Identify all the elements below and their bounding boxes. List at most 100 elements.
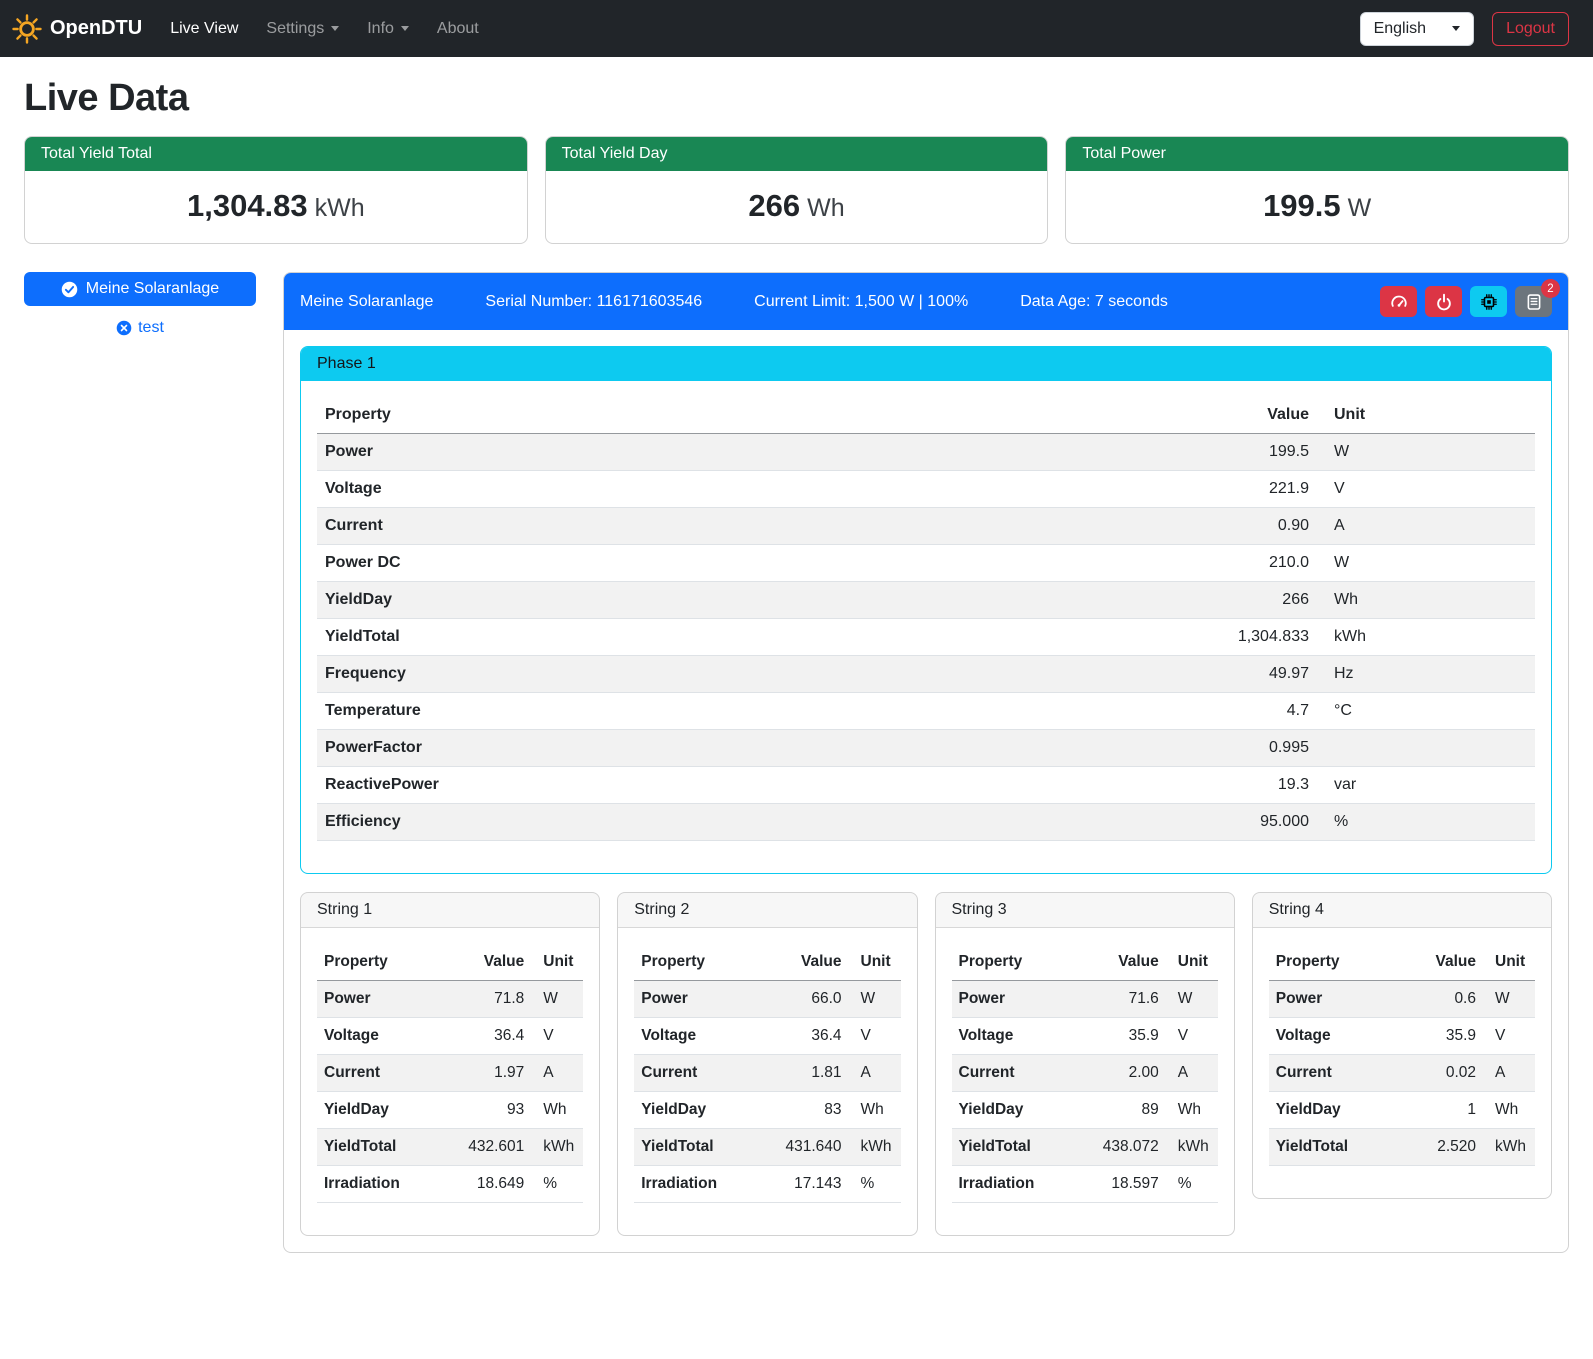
table-header-row: Property Value Unit <box>634 944 900 981</box>
device-info-button[interactable] <box>1470 286 1507 317</box>
string-table-head: Property Value Unit <box>1269 944 1535 981</box>
unit-cell: kWh <box>531 1129 583 1166</box>
power-icon <box>1435 293 1453 311</box>
brand[interactable]: OpenDTU <box>12 14 142 44</box>
table-row: Irradiation18.597% <box>952 1166 1218 1203</box>
value-cell: 199.5 <box>915 434 1317 471</box>
nav-live-view-label: Live View <box>170 20 238 38</box>
table-row: Voltage36.4V <box>634 1018 900 1055</box>
unit-cell: V <box>531 1018 583 1055</box>
value-cell: 93 <box>437 1092 531 1129</box>
nav-info[interactable]: Info <box>353 12 423 46</box>
logout-button[interactable]: Logout <box>1492 12 1569 46</box>
table-row: Voltage36.4V <box>317 1018 583 1055</box>
value-cell: 83 <box>755 1092 849 1129</box>
strings-grid: String 1 Property Value Unit <box>300 892 1552 1236</box>
unit-cell: V <box>849 1018 901 1055</box>
table-row: Temperature4.7°C <box>317 693 1535 730</box>
inverter-panel-body: Phase 1 Property Value Unit Power199.5WV… <box>284 330 1568 1252</box>
table-row: Current1.81A <box>634 1055 900 1092</box>
event-log-button[interactable]: 2 <box>1515 286 1552 317</box>
value-cell: 35.9 <box>1400 1018 1483 1055</box>
table-row: YieldTotal438.072kWh <box>952 1129 1218 1166</box>
nav-live-view[interactable]: Live View <box>156 12 252 46</box>
event-count-badge: 2 <box>1541 279 1560 298</box>
value-cell: 1.81 <box>755 1055 849 1092</box>
unit-cell: % <box>1317 804 1535 841</box>
table-header-row: Property Value Unit <box>317 397 1535 434</box>
property-cell: Current <box>317 508 915 545</box>
string-table: Property Value Unit Power71.6WVoltage35.… <box>952 944 1218 1203</box>
sidebar-test-link[interactable]: test <box>24 319 256 337</box>
value-cell: 431.640 <box>755 1129 849 1166</box>
cpu-icon <box>1480 293 1498 311</box>
value-cell: 71.6 <box>1072 981 1166 1018</box>
property-cell: Irradiation <box>952 1166 1072 1203</box>
table-row: YieldTotal1,304.833kWh <box>317 619 1535 656</box>
property-cell: YieldDay <box>317 1092 437 1129</box>
brand-name: OpenDTU <box>50 17 142 40</box>
string-table-wrap: Property Value Unit Power66.0WVoltage36.… <box>618 928 916 1235</box>
property-cell: Voltage <box>317 1018 437 1055</box>
table-row: Irradiation17.143% <box>634 1166 900 1203</box>
table-row: Current0.90A <box>317 508 1535 545</box>
inverter-data-age: Data Age: 7 seconds <box>1020 293 1168 311</box>
sidebar-test-label: test <box>138 319 164 337</box>
string-table-head: Property Value Unit <box>634 944 900 981</box>
property-cell: YieldTotal <box>317 619 915 656</box>
card-value-number: 266 <box>748 188 800 223</box>
col-unit: Unit <box>1483 944 1535 981</box>
string-table-body: Power71.6WVoltage35.9VCurrent2.00AYieldD… <box>952 981 1218 1203</box>
phase-table: Property Value Unit Power199.5WVoltage22… <box>317 397 1535 841</box>
table-row: Power0.6W <box>1269 981 1535 1018</box>
table-header-row: Property Value Unit <box>1269 944 1535 981</box>
table-row: YieldDay266Wh <box>317 582 1535 619</box>
property-cell: Voltage <box>317 471 915 508</box>
property-cell: Voltage <box>1269 1018 1400 1055</box>
col-unit: Unit <box>1166 944 1218 981</box>
string-table-head: Property Value Unit <box>317 944 583 981</box>
unit-cell: kWh <box>1317 619 1535 656</box>
x-circle-icon <box>116 320 132 336</box>
language-value: English <box>1374 20 1426 38</box>
unit-cell: °C <box>1317 693 1535 730</box>
card-value-unit: Wh <box>807 194 845 222</box>
unit-cell: V <box>1317 471 1535 508</box>
value-cell: 66.0 <box>755 981 849 1018</box>
string-card-1: String 1 Property Value Unit <box>300 892 600 1236</box>
unit-cell <box>1317 730 1535 767</box>
table-row: Power71.6W <box>952 981 1218 1018</box>
value-cell: 0.6 <box>1400 981 1483 1018</box>
power-button[interactable] <box>1425 286 1462 317</box>
value-cell: 19.3 <box>915 767 1317 804</box>
string-card-2: String 2 Property Value Unit <box>617 892 917 1236</box>
nav-about[interactable]: About <box>423 12 493 46</box>
property-cell: Temperature <box>317 693 915 730</box>
limit-settings-button[interactable] <box>1380 286 1417 317</box>
property-cell: Power <box>317 434 915 471</box>
table-row: YieldDay1Wh <box>1269 1092 1535 1129</box>
check-circle-icon <box>61 281 78 298</box>
unit-cell: kWh <box>849 1129 901 1166</box>
unit-cell: Wh <box>849 1092 901 1129</box>
property-cell: YieldDay <box>317 582 915 619</box>
card-total-yield-total: Total Yield Total 1,304.83kWh <box>24 136 528 244</box>
property-cell: Power <box>634 981 754 1018</box>
table-row: YieldTotal2.520kWh <box>1269 1129 1535 1166</box>
table-header-row: Property Value Unit <box>952 944 1218 981</box>
nav-settings[interactable]: Settings <box>252 12 353 46</box>
card-value-unit: W <box>1348 194 1372 222</box>
value-cell: 432.601 <box>437 1129 531 1166</box>
string-table-body: Power66.0WVoltage36.4VCurrent1.81AYieldD… <box>634 981 900 1203</box>
inverter-select-button[interactable]: Meine Solaranlage <box>24 272 256 306</box>
language-select[interactable]: English <box>1360 12 1474 46</box>
table-row: PowerFactor0.995 <box>317 730 1535 767</box>
inverter-select-label: Meine Solaranlage <box>86 280 219 298</box>
value-cell: 18.649 <box>437 1166 531 1203</box>
sun-logo-icon <box>12 14 42 44</box>
unit-cell: Wh <box>1317 582 1535 619</box>
property-cell: Efficiency <box>317 804 915 841</box>
col-value: Value <box>1072 944 1166 981</box>
navbar: OpenDTU Live View Settings Info About En… <box>0 0 1593 57</box>
table-row: Irradiation18.649% <box>317 1166 583 1203</box>
